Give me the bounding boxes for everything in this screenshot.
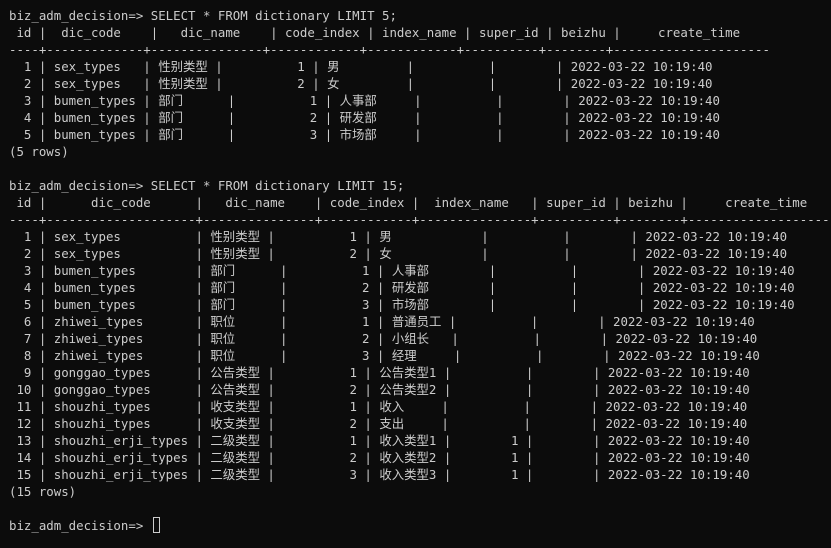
query1-row: 3 | bumen_types | 部门 | 1 | 人事部 | | | 202…	[9, 93, 720, 108]
query2-prompt: biz_adm_decision=> SELECT * FROM diction…	[9, 178, 405, 193]
query2-row: 10 | gonggao_types | 公告类型 | 2 | 公告类型2 | …	[9, 382, 750, 397]
query2-row: 9 | gonggao_types | 公告类型 | 1 | 公告类型1 | |…	[9, 365, 750, 380]
query1-separator: ----+-------------+---------------+-----…	[9, 42, 770, 57]
query2-separator: ----+--------------------+--------------…	[9, 212, 831, 227]
query2-row: 12 | shouzhi_types | 收支类型 | 2 | 支出 | | |…	[9, 416, 748, 431]
query1-row: 5 | bumen_types | 部门 | 3 | 市场部 | | | 202…	[9, 127, 720, 142]
terminal-window[interactable]: biz_adm_decision=> SELECT * FROM diction…	[0, 0, 831, 548]
text-cursor[interactable]	[152, 517, 160, 533]
query2-row: 4 | bumen_types | 部门 | 2 | 研发部 | | | 202…	[9, 280, 795, 295]
query2-row: 11 | shouzhi_types | 收支类型 | 1 | 收入 | | |…	[9, 399, 748, 414]
query2-row: 3 | bumen_types | 部门 | 1 | 人事部 | | | 202…	[9, 263, 795, 278]
query1-row: 2 | sex_types | 性别类型 | 2 | 女 | | | 2022-…	[9, 76, 713, 91]
query2-row: 13 | shouzhi_erji_types | 二级类型 | 1 | 收入类…	[9, 433, 750, 448]
query2-row: 6 | zhiwei_types | 职位 | 1 | 普通员工 | | | 2…	[9, 314, 755, 329]
query1-header: id | dic_code | dic_name | code_index | …	[9, 25, 741, 40]
query2-row: 1 | sex_types | 性别类型 | 1 | 男 | | | 2022-…	[9, 229, 788, 244]
query2-row: 8 | zhiwei_types | 职位 | 3 | 经理 | | | 202…	[9, 348, 760, 363]
query2-row: 15 | shouzhi_erji_types | 二级类型 | 3 | 收入类…	[9, 467, 750, 482]
query2-row: 14 | shouzhi_erji_types | 二级类型 | 2 | 收入类…	[9, 450, 750, 465]
command-line[interactable]: biz_adm_decision=>	[9, 517, 831, 534]
query2-header: id | dic_code | dic_name | code_index | …	[9, 195, 808, 210]
query2-row: 2 | sex_types | 性别类型 | 2 | 女 | | | 2022-…	[9, 246, 788, 261]
query2-row: 5 | bumen_types | 部门 | 3 | 市场部 | | | 202…	[9, 297, 795, 312]
query1-row: 1 | sex_types | 性别类型 | 1 | 男 | | | 2022-…	[9, 59, 713, 74]
prompt-text: biz_adm_decision=>	[9, 518, 151, 533]
query1-row: 4 | bumen_types | 部门 | 2 | 研发部 | | | 202…	[9, 110, 720, 125]
query1-row-count: (5 rows)	[9, 144, 69, 159]
query1-prompt: biz_adm_decision=> SELECT * FROM diction…	[9, 8, 397, 23]
query2-row: 7 | zhiwei_types | 职位 | 2 | 小组长 | | | 20…	[9, 331, 758, 346]
query2-row-count: (15 rows)	[9, 484, 77, 499]
